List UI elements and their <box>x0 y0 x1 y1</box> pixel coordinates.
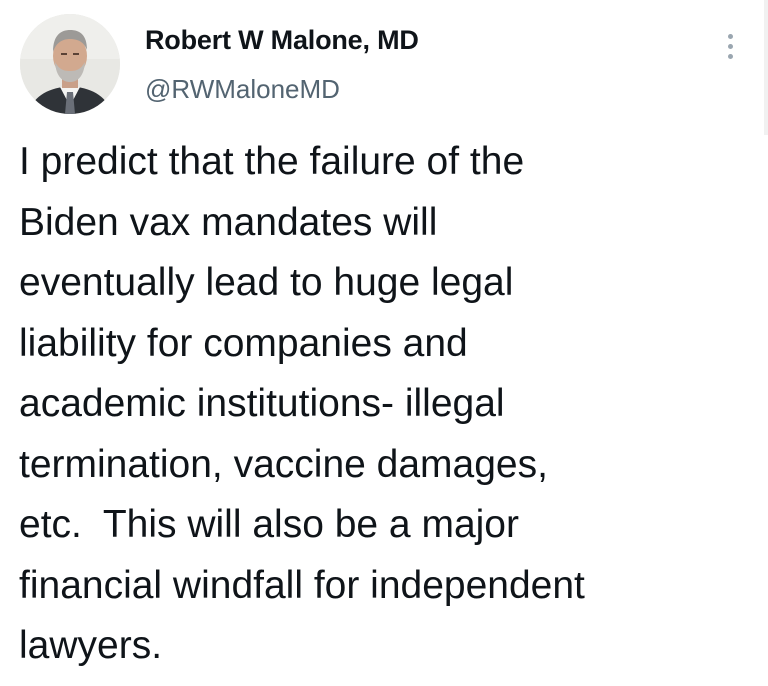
more-vertical-icon <box>727 53 733 59</box>
avatar-photo <box>20 14 120 114</box>
more-vertical-icon <box>727 33 733 39</box>
scroll-edge <box>764 0 768 135</box>
tweet-text-line: Biden vax mandates will <box>19 200 438 244</box>
author-display-name[interactable]: Robert W Malone, MD <box>145 25 419 56</box>
tweet-text: I predict that the failure of the Biden … <box>19 132 754 677</box>
tweet-text-line: termination, vaccine damages, <box>19 442 548 486</box>
more-vertical-icon <box>727 43 733 49</box>
tweet-text-line: academic institutions- illegal <box>19 382 505 425</box>
avatar[interactable] <box>20 14 120 114</box>
tweet-text-line: liability for companies and <box>19 321 468 365</box>
tweet-text-line: I predict that the failure of the <box>19 140 525 183</box>
author-handle[interactable]: @RWMaloneMD <box>145 74 340 105</box>
tweet-text-line: etc. This will also be a major <box>19 503 519 546</box>
tweet-text-line: lawyers. <box>19 624 163 667</box>
more-options-button[interactable] <box>718 26 742 66</box>
tweet-text-line: eventually lead to huge legal <box>19 261 514 304</box>
tweet-text-line: financial windfall for independent <box>19 563 585 607</box>
tweet-card: Robert W Malone, MD @RWMaloneMD I predic… <box>0 0 768 686</box>
